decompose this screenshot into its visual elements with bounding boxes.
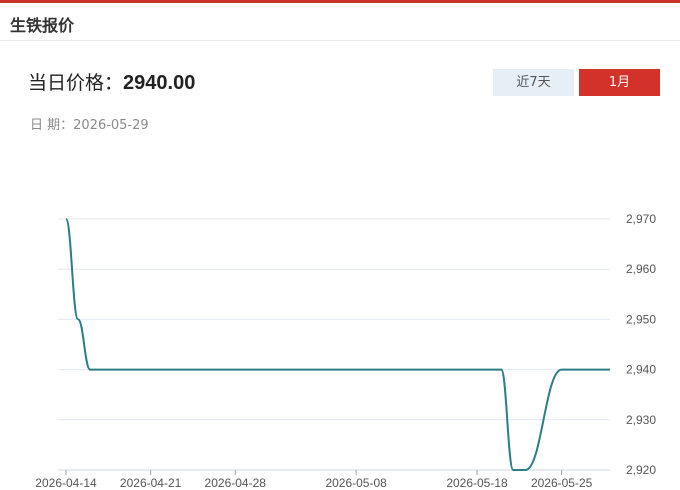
y-tick-label: 2,940 [626,363,656,377]
y-tick-label: 2,960 [626,262,656,276]
y-tick-label: 2,950 [626,312,656,326]
y-tick-label: 2,930 [626,413,656,427]
x-tick-label: 2026-04-28 [205,476,267,490]
price-line-chart: 2,920 2,930 2,940 2,950 2,960 2,970 2026-04-14… [35,212,656,490]
x-tick-label: 2026-04-21 [120,476,182,490]
x-tick-label: 2026-05-08 [325,476,387,490]
y-tick-label: 2,970 [626,212,656,226]
x-tick-label: 2026-05-18 [446,476,508,490]
x-tick-label: 2026-05-25 [531,476,593,490]
price-series-line [65,218,610,471]
x-tick-label: 2026-04-14 [35,476,97,490]
y-tick-label: 2,920 [626,463,656,477]
